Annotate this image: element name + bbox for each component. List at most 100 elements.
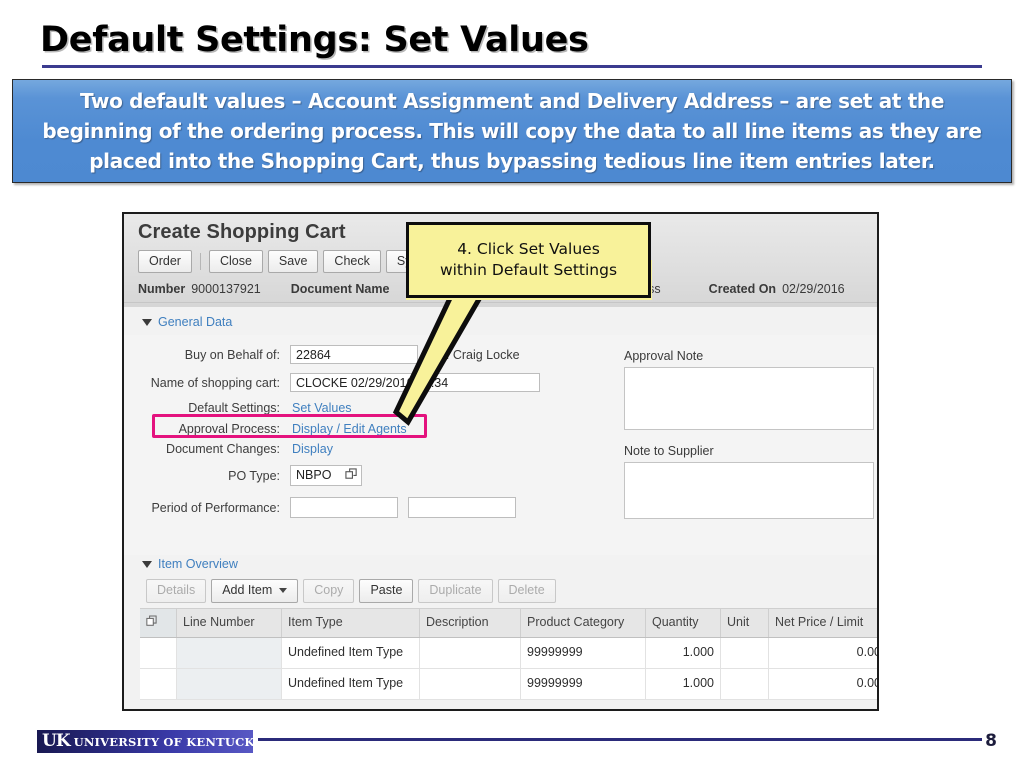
delete-button[interactable]: Delete bbox=[497, 579, 556, 603]
cart-name-label: Name of shopping cart: bbox=[150, 375, 280, 390]
paste-button[interactable]: Paste bbox=[359, 579, 414, 603]
collapse-triangle-icon[interactable] bbox=[142, 560, 152, 568]
column-select-all[interactable] bbox=[140, 607, 177, 638]
chevron-down-icon[interactable] bbox=[279, 588, 288, 594]
description-banner-text: Two default values – Account Assignment … bbox=[42, 89, 982, 173]
cell-select[interactable] bbox=[140, 637, 177, 669]
collapse-triangle-icon[interactable] bbox=[142, 318, 152, 326]
po-type-value: NBPO bbox=[296, 468, 332, 483]
section-item-overview[interactable]: Item Overview bbox=[124, 555, 877, 579]
cell-unit bbox=[720, 668, 769, 700]
buy-on-behalf-input[interactable]: 22864 bbox=[290, 345, 418, 365]
column-net-price-limit[interactable]: Net Price / Limit bbox=[768, 607, 877, 638]
order-button[interactable]: Order bbox=[138, 250, 192, 274]
column-item-type[interactable]: Item Type bbox=[281, 607, 420, 638]
column-line-number[interactable]: Line Number bbox=[176, 607, 282, 638]
duplicate-button[interactable]: Duplicate bbox=[418, 579, 493, 603]
document-header-line: Number 9000137921 Document Name Status I… bbox=[124, 277, 877, 304]
row-approval-process: Approval Process: Display / Edit Agents bbox=[142, 422, 407, 436]
details-button[interactable]: Details bbox=[146, 579, 207, 603]
approval-note-textarea[interactable] bbox=[624, 367, 874, 431]
note-to-supplier-label: Note to Supplier bbox=[624, 444, 714, 459]
toolbar-separator bbox=[199, 253, 201, 271]
cell-item-type: Undefined Item Type bbox=[281, 668, 420, 700]
copy-rows-icon[interactable] bbox=[146, 615, 158, 627]
footer-divider bbox=[258, 738, 982, 741]
table-row[interactable]: Undefined Item Type 99999999 1.000 0.00 … bbox=[140, 668, 877, 700]
column-quantity[interactable]: Quantity bbox=[645, 607, 721, 638]
sap-app-title: Create Shopping Cart bbox=[138, 221, 346, 243]
general-data-body: Buy on Behalf of: 22864 Mr. Craig Locke … bbox=[124, 335, 877, 556]
add-item-label: Add Item bbox=[222, 583, 273, 598]
sap-header-area: Create Shopping Cart Order Close Save Ch… bbox=[124, 214, 877, 308]
check-button[interactable]: Check bbox=[323, 250, 381, 274]
row-buy-on-behalf: Buy on Behalf of: 22864 Mr. Craig Locke bbox=[142, 345, 520, 365]
approval-process-label: Approval Process: bbox=[178, 422, 280, 437]
period-of-performance-label: Period of Performance: bbox=[151, 500, 280, 515]
cell-net-price: 0.00 bbox=[768, 668, 877, 700]
sap-toolbar: Order Close Save Check System I bbox=[124, 248, 877, 277]
row-period-of-performance: Period of Performance: bbox=[142, 497, 516, 519]
row-po-type: PO Type: NBPO bbox=[142, 465, 362, 487]
section-general-data[interactable]: General Data bbox=[124, 307, 877, 335]
note-to-supplier-textarea[interactable] bbox=[624, 462, 874, 520]
university-name: UNIVERSITY OF KENTUCKY bbox=[73, 734, 253, 749]
default-settings-label: Default Settings: bbox=[188, 401, 280, 416]
row-cart-name: Name of shopping cart: CLOCKE 02/29/2016… bbox=[142, 373, 540, 393]
system-info-button[interactable]: System I bbox=[385, 250, 457, 274]
item-overview-table: Line Number Item Type Description Produc… bbox=[140, 607, 877, 700]
cell-product-category: 99999999 bbox=[520, 668, 646, 700]
row-default-settings: Default Settings: Set Values bbox=[142, 401, 352, 416]
note-to-supplier-block: Note to Supplier bbox=[624, 444, 874, 520]
cell-product-category: 99999999 bbox=[520, 637, 646, 669]
cell-line-number bbox=[176, 668, 282, 700]
uk-monogram: UK bbox=[42, 731, 71, 751]
description-banner: Two default values – Account Assignment … bbox=[12, 79, 1012, 183]
status-label: Status bbox=[557, 282, 596, 297]
cell-description bbox=[419, 637, 521, 669]
section-item-overview-label: Item Overview bbox=[158, 557, 238, 572]
buy-on-behalf-label: Buy on Behalf of: bbox=[184, 347, 280, 362]
value-help-icon[interactable] bbox=[345, 468, 358, 481]
sap-screenshot-panel: Create Shopping Cart Order Close Save Ch… bbox=[122, 212, 879, 711]
page-number: 8 bbox=[985, 731, 997, 751]
document-name-label: Document Name bbox=[290, 282, 390, 297]
approval-note-block: Approval Note bbox=[624, 349, 874, 431]
cart-name-input[interactable]: CLOCKE 02/29/2016 15:34 bbox=[290, 373, 540, 393]
close-button[interactable]: Close bbox=[208, 250, 263, 274]
column-description[interactable]: Description bbox=[419, 607, 521, 638]
university-logo: UK UNIVERSITY OF KENTUCKY bbox=[37, 730, 253, 753]
cell-net-price: 0.00 bbox=[768, 637, 877, 669]
set-values-link[interactable]: Set Values bbox=[292, 401, 352, 415]
cell-item-type: Undefined Item Type bbox=[281, 637, 420, 669]
copy-button[interactable]: Copy bbox=[303, 579, 355, 603]
section-general-data-label: General Data bbox=[158, 315, 233, 330]
number-value: 9000137921 bbox=[191, 282, 261, 297]
period-from-input[interactable] bbox=[290, 497, 398, 519]
column-unit[interactable]: Unit bbox=[720, 607, 769, 638]
po-type-input[interactable]: NBPO bbox=[290, 465, 362, 487]
cell-line-number bbox=[176, 637, 282, 669]
page-title: Default Settings: Set Values bbox=[40, 20, 589, 60]
add-item-button[interactable]: Add Item bbox=[211, 579, 299, 603]
table-row[interactable]: Undefined Item Type 99999999 1.000 0.00 … bbox=[140, 637, 877, 669]
document-changes-label: Document Changes: bbox=[166, 442, 280, 457]
column-product-category[interactable]: Product Category bbox=[520, 607, 646, 638]
title-divider bbox=[42, 65, 982, 68]
cell-quantity: 1.000 bbox=[645, 668, 721, 700]
row-document-changes: Document Changes: Display bbox=[142, 442, 333, 456]
created-on-label: Created On bbox=[708, 282, 777, 297]
po-type-label: PO Type: bbox=[228, 468, 280, 483]
table-header-row: Line Number Item Type Description Produc… bbox=[140, 607, 877, 638]
period-to-input[interactable] bbox=[408, 497, 516, 519]
display-edit-agents-link[interactable]: Display / Edit Agents bbox=[292, 422, 407, 436]
created-on-value: 02/29/2016 bbox=[782, 282, 845, 297]
approval-note-label: Approval Note bbox=[624, 349, 704, 364]
cell-select[interactable] bbox=[140, 668, 177, 700]
cell-quantity: 1.000 bbox=[645, 637, 721, 669]
number-label: Number bbox=[138, 282, 186, 297]
document-changes-display-link[interactable]: Display bbox=[292, 442, 333, 456]
save-button[interactable]: Save bbox=[267, 250, 319, 274]
cell-description bbox=[419, 668, 521, 700]
buy-on-behalf-name: Mr. Craig Locke bbox=[432, 347, 520, 362]
